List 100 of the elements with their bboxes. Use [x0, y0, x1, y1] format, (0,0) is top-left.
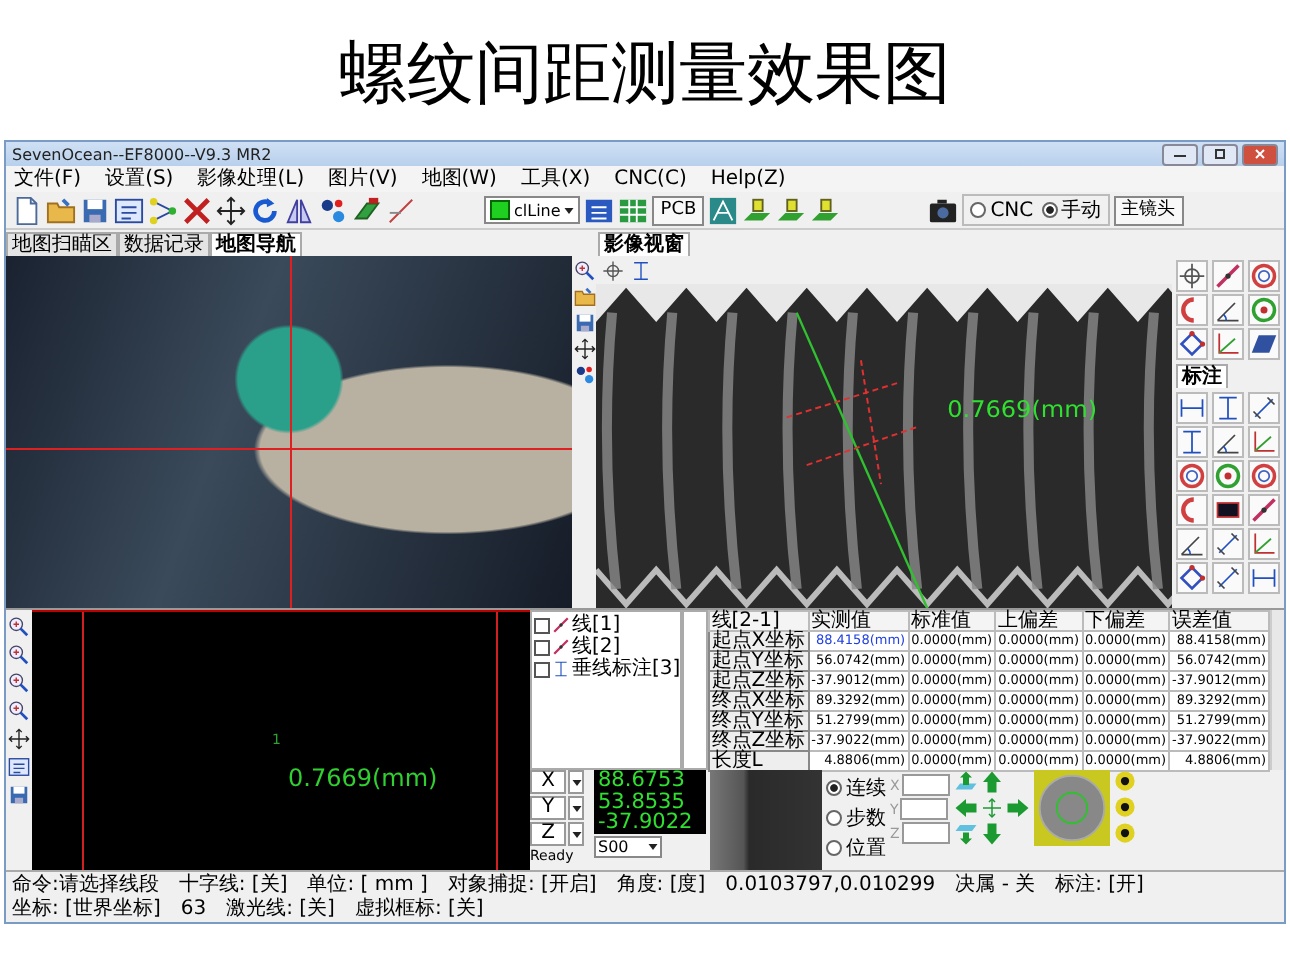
camera-icon[interactable]	[928, 195, 959, 225]
tab[interactable]: 数据记录	[118, 232, 210, 256]
row-header[interactable]: 终点Y坐标	[708, 711, 809, 731]
height-dimension-icon[interactable]	[1212, 392, 1244, 424]
width-dimension-icon[interactable]	[1176, 392, 1208, 424]
polygon-icon[interactable]	[1176, 328, 1208, 360]
line-icon[interactable]	[1248, 494, 1280, 526]
column-header[interactable]: 实测值	[808, 611, 909, 631]
mode-radio[interactable]: CNC	[970, 199, 1034, 221]
axes-icon[interactable]	[1248, 528, 1280, 560]
menu-item[interactable]: 设置(S)	[105, 167, 174, 191]
menu-item[interactable]: 影像处理(L)	[197, 167, 305, 191]
dropdown-button[interactable]	[568, 770, 584, 794]
rectangle-icon[interactable]	[1212, 494, 1244, 526]
arrow-down-icon[interactable]	[979, 822, 1004, 846]
center-cross-icon[interactable]	[979, 796, 1004, 820]
program-dropdown[interactable]: S00	[594, 835, 662, 857]
row-header[interactable]: 长度L	[708, 751, 809, 771]
zoom-in-icon[interactable]	[573, 260, 596, 282]
object-label[interactable]: 线[1]	[572, 614, 621, 636]
delete-icon[interactable]	[182, 195, 212, 225]
arrow-left-icon[interactable]	[953, 796, 978, 820]
circle-dimension-icon[interactable]	[1212, 460, 1244, 492]
text-box-icon[interactable]	[114, 195, 144, 225]
scrollbar[interactable]	[1270, 610, 1284, 770]
menu-item[interactable]: 工具(X)	[520, 167, 591, 191]
zoom-in-icon[interactable]	[8, 616, 30, 638]
dots-icon[interactable]	[318, 195, 348, 225]
lower-stage-icon[interactable]	[953, 822, 978, 846]
zoom-in-icon[interactable]	[8, 644, 30, 666]
row-header[interactable]: 起点X坐标	[708, 631, 809, 651]
checkbox[interactable]	[534, 617, 550, 633]
angle-dimension-icon[interactable]	[1212, 426, 1244, 458]
column-header[interactable]: 标准值	[908, 611, 996, 631]
tab[interactable]: 地图导航	[210, 232, 302, 256]
line-icon[interactable]	[1212, 260, 1244, 292]
minimize-button[interactable]	[1162, 143, 1198, 165]
zoom-in-icon[interactable]	[8, 700, 30, 722]
checkbox[interactable]	[534, 661, 550, 677]
refresh-icon[interactable]	[250, 195, 280, 225]
save-icon[interactable]	[573, 312, 596, 334]
save-icon[interactable]	[80, 195, 110, 225]
checkbox[interactable]	[534, 639, 550, 655]
folder-icon[interactable]	[573, 286, 596, 308]
circle-dimension-icon[interactable]	[1176, 460, 1208, 492]
stage-icon[interactable]	[810, 195, 841, 225]
maximize-button[interactable]	[1202, 143, 1238, 165]
angle-dimension-icon[interactable]	[1176, 528, 1208, 560]
light-button-icon[interactable]	[1113, 822, 1136, 844]
height-dimension-icon[interactable]	[630, 259, 652, 281]
axis-button[interactable]: Y	[530, 796, 566, 820]
input-field[interactable]	[900, 798, 949, 820]
object-label[interactable]: 垂线标注[3]	[572, 658, 681, 680]
document-icon[interactable]	[12, 195, 42, 225]
drafting-icon[interactable]	[708, 195, 739, 225]
polygon-icon[interactable]	[1176, 562, 1208, 594]
row-header[interactable]: 起点Y坐标	[708, 651, 809, 671]
dropdown-button[interactable]	[568, 822, 584, 846]
axes-dimension-icon[interactable]	[1248, 426, 1280, 458]
tab[interactable]: 影像视窗	[598, 232, 690, 256]
pcb-button[interactable]: PCB	[652, 195, 705, 225]
axes-icon[interactable]	[1212, 328, 1244, 360]
crosshair-icon[interactable]	[1176, 260, 1208, 292]
eraser-icon[interactable]	[352, 195, 382, 225]
slash-line-icon[interactable]	[386, 195, 416, 225]
circle-pair-icon[interactable]	[1176, 494, 1208, 526]
line-dimension-icon[interactable]	[1212, 528, 1244, 560]
menu-item[interactable]: CNC(C)	[614, 167, 687, 191]
row-header[interactable]: 终点X坐标	[708, 691, 809, 711]
jog-mode-radio[interactable]: 步数	[826, 804, 886, 832]
close-button[interactable]	[1242, 143, 1278, 165]
column-header[interactable]: 下偏差	[1082, 611, 1170, 631]
move-icon[interactable]	[216, 195, 246, 225]
menu-item[interactable]: 文件(F)	[14, 167, 82, 191]
row-header[interactable]: 终点Z坐标	[708, 731, 809, 751]
document-icon[interactable]	[584, 195, 615, 225]
crosshair-icon[interactable]	[602, 259, 624, 281]
input-field[interactable]	[901, 822, 950, 844]
raise-stage-icon[interactable]	[953, 770, 978, 794]
object-label[interactable]: 线[2]	[572, 636, 621, 658]
stage-icon[interactable]	[776, 195, 807, 225]
light-button-icon[interactable]	[1113, 796, 1136, 818]
stage-icon[interactable]	[742, 195, 773, 225]
move-icon[interactable]	[573, 338, 596, 360]
height-dimension-icon[interactable]	[1176, 426, 1208, 458]
spreadsheet-icon[interactable]	[618, 195, 649, 225]
diagonal-dimension-icon[interactable]	[1248, 392, 1280, 424]
circle-icon[interactable]	[1248, 260, 1280, 292]
folder-icon[interactable]	[46, 195, 76, 225]
node-path-icon[interactable]	[148, 195, 178, 225]
arrow-up-icon[interactable]	[979, 770, 1004, 794]
parallelogram-icon[interactable]	[1248, 328, 1280, 360]
dropdown-button[interactable]	[568, 796, 584, 820]
move-icon[interactable]	[8, 728, 30, 750]
axis-button[interactable]: Z	[530, 822, 566, 846]
concentric-circles-icon[interactable]	[1248, 460, 1280, 492]
light-button-icon[interactable]	[1113, 770, 1136, 792]
menu-item[interactable]: Help(Z)	[710, 167, 786, 191]
jog-mode-radio[interactable]: 连续	[826, 774, 886, 802]
arc-icon[interactable]	[1176, 294, 1208, 326]
